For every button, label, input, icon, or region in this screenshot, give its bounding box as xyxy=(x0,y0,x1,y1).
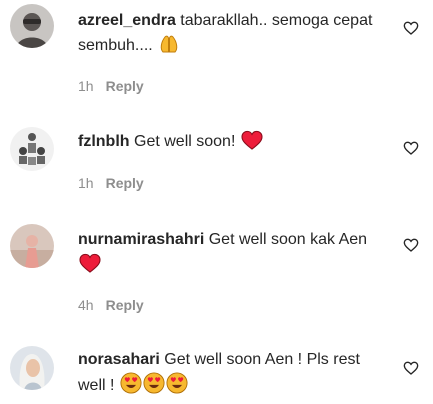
heart-eyes-emoji-group xyxy=(119,372,188,394)
comment-time: 1h xyxy=(78,78,94,94)
avatar[interactable] xyxy=(10,346,54,390)
comment-text: Get well soon! xyxy=(134,133,236,150)
comment-meta: 1h Reply xyxy=(78,78,144,94)
comment-username[interactable]: nurnamirashahri xyxy=(78,231,204,248)
heart-outline-icon[interactable] xyxy=(403,140,419,156)
heart-eyes-emoji-icon xyxy=(120,372,142,394)
comment-username[interactable]: norasahari xyxy=(78,351,160,368)
comment-time: 4h xyxy=(78,297,94,313)
avatar[interactable] xyxy=(10,224,54,268)
comment-meta: 4h Reply xyxy=(78,297,144,313)
avatar[interactable] xyxy=(10,4,54,48)
avatar[interactable] xyxy=(10,127,54,171)
folded-hands-emoji-icon xyxy=(160,35,178,53)
heart-eyes-emoji-icon xyxy=(166,372,188,394)
reply-button[interactable]: Reply xyxy=(106,297,144,313)
heart-outline-icon[interactable] xyxy=(403,20,419,36)
comment-username[interactable]: azreel_endra xyxy=(78,12,176,29)
comment-list: azreel_endra tabarakllah.. semoga cepat … xyxy=(0,0,433,404)
comment-text-block: nurnamirashahri Get well soon kak Aen xyxy=(78,227,378,277)
comment-text-block: norasahari Get well soon Aen ! Pls rest … xyxy=(78,347,378,398)
red-heart-emoji-icon xyxy=(79,253,101,273)
red-heart-emoji-icon xyxy=(241,130,263,150)
comment-username[interactable]: fzlnblh xyxy=(78,133,130,150)
reply-button[interactable]: Reply xyxy=(106,78,144,94)
comment-text: Get well soon kak Aen xyxy=(208,231,368,248)
comment-text-block: fzlnblh Get well soon! xyxy=(78,129,378,154)
comment-time: 1h xyxy=(78,175,94,191)
heart-outline-icon[interactable] xyxy=(403,237,419,253)
comment-meta: 1h Reply xyxy=(78,175,144,191)
heart-outline-icon[interactable] xyxy=(403,360,419,376)
reply-button[interactable]: Reply xyxy=(106,175,144,191)
heart-eyes-emoji-icon xyxy=(143,372,165,394)
comment-text-block: azreel_endra tabarakllah.. semoga cepat … xyxy=(78,8,378,58)
